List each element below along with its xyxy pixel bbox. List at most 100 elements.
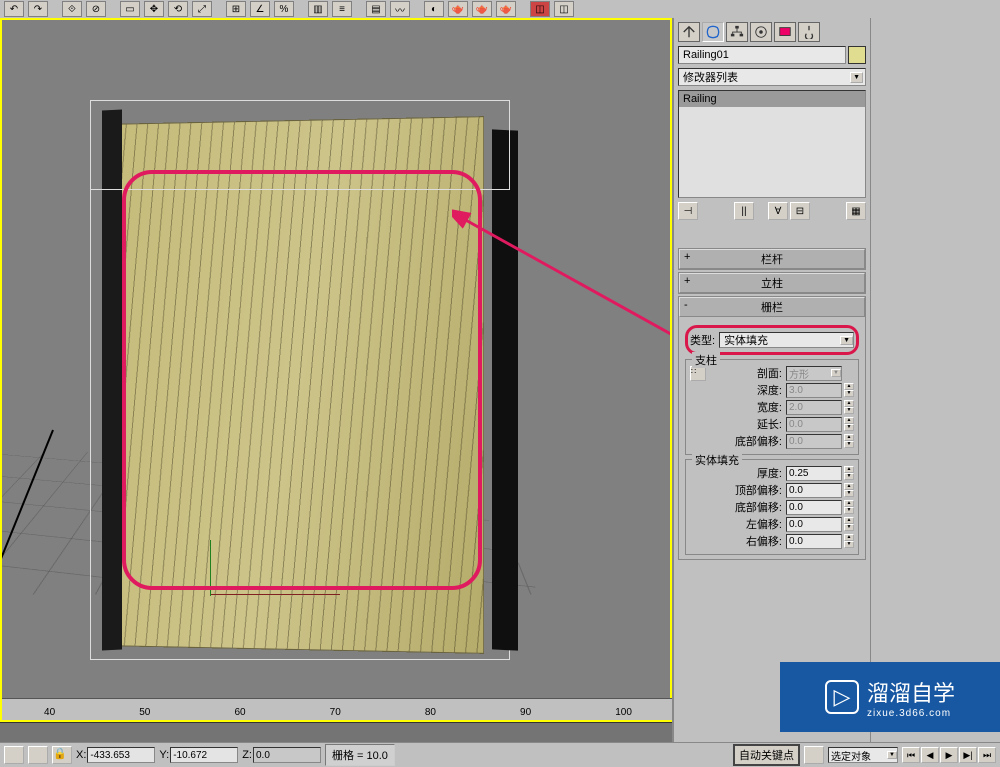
perspective-viewport[interactable]: 405060708090100 xyxy=(0,18,672,722)
object-name-field[interactable] xyxy=(678,46,846,64)
rollout-header-posts[interactable]: +立柱 xyxy=(679,273,865,293)
tab-display[interactable] xyxy=(774,22,796,42)
rollout-fence: -栅栏 类型: 实体填充 支柱 ∷ 剖面: 方形 深度: 3.0 ▲▼ xyxy=(678,296,866,560)
depth-label: 深度: xyxy=(757,382,782,398)
rollout-header-fence[interactable]: -栅栏 xyxy=(679,297,865,317)
status-bar: 🔒 X: Y: Z: 栅格 = 10.0 自动关键点 选定对象 ⏮ ◀ ▶ ▶|… xyxy=(0,742,1000,767)
tool-scale[interactable]: ⤢ xyxy=(192,1,212,17)
grid-readout: 栅格 = 10.0 xyxy=(325,744,395,766)
tool-percent[interactable]: % xyxy=(274,1,294,17)
tab-utilities[interactable] xyxy=(798,22,820,42)
tool-redo[interactable]: ↷ xyxy=(28,1,48,17)
watermark-banner: ▷ 溜溜自学 zixue.3d66.com xyxy=(780,662,1000,732)
key-filter-dropdown[interactable]: 选定对象 xyxy=(828,747,898,763)
thickness-label: 厚度: xyxy=(757,465,782,481)
playback-controls: ⏮ ◀ ▶ ▶| ⏭ xyxy=(902,747,996,763)
depth-spinner: 3.0 xyxy=(786,383,842,398)
top-offset-label: 顶部偏移: xyxy=(735,482,782,498)
next-frame-button[interactable]: ▶| xyxy=(959,747,977,763)
timeline-track[interactable] xyxy=(0,722,672,742)
tool-angle[interactable]: ∠ xyxy=(250,1,270,17)
pin-stack-button[interactable]: ⊣ xyxy=(678,202,698,220)
script-listener-button[interactable] xyxy=(4,746,24,764)
tool-material[interactable]: ◐ xyxy=(424,1,444,17)
extension-spinner: 0.0 xyxy=(786,417,842,432)
main-toolbar: ↶ ↷ ⟐ ⊘ ▭ ✥ ⟲ ⤢ ⊞ ∠ % ▥ ≡ ▤ 〰 ◐ 🫖 🫖 🫖 ◫ … xyxy=(0,0,1000,18)
z-coord-field[interactable] xyxy=(253,747,321,763)
tool-unlink[interactable]: ⊘ xyxy=(86,1,106,17)
tool-custom-1[interactable]: ◫ xyxy=(530,1,550,17)
x-coord-field[interactable] xyxy=(87,747,155,763)
extension-label: 延长: xyxy=(757,416,782,432)
fill-group-title: 实体填充 xyxy=(692,452,742,468)
pillar-group-title: 支柱 xyxy=(692,352,720,368)
set-key-button[interactable] xyxy=(804,746,824,764)
width-label: 宽度: xyxy=(757,399,782,415)
annotation-arrow xyxy=(452,208,670,388)
modifier-stack[interactable]: Railing xyxy=(678,90,866,198)
tool-select[interactable]: ▭ xyxy=(120,1,140,17)
stack-btn-3[interactable]: ⊟ xyxy=(790,202,810,220)
watermark-sub: zixue.3d66.com xyxy=(867,708,955,719)
pillar-bottom-label: 底部偏移: xyxy=(735,433,782,449)
rollout-header-railing[interactable]: +栏杆 xyxy=(679,249,865,269)
type-row-highlight: 类型: 实体填充 xyxy=(685,325,859,355)
tool-render[interactable]: 🫖 xyxy=(472,1,492,17)
left-spin-arrows[interactable]: ▲▼ xyxy=(844,517,854,531)
bottom-offset-label: 底部偏移: xyxy=(735,499,782,515)
modifier-list-dropdown[interactable]: 修改器列表 xyxy=(678,68,866,86)
tab-create[interactable] xyxy=(678,22,700,42)
tab-motion[interactable] xyxy=(750,22,772,42)
goto-start-button[interactable]: ⏮ xyxy=(902,747,920,763)
stack-item-railing[interactable]: Railing xyxy=(679,91,865,107)
y-coord-field[interactable] xyxy=(170,747,238,763)
auto-key-button[interactable]: 自动关键点 xyxy=(733,744,800,766)
tool-curve-editor[interactable]: 〰 xyxy=(390,1,410,17)
ext-spin-arrows: ▲▼ xyxy=(844,417,854,431)
tool-quick-render[interactable]: 🫖 xyxy=(496,1,516,17)
command-panel: 修改器列表 Railing ⊣ || ∀ ⊟ ▦ +栏杆 +立柱 -栅栏 类型:… xyxy=(672,18,870,742)
object-color-swatch[interactable] xyxy=(848,46,866,64)
tab-modify[interactable] xyxy=(702,22,724,42)
right-offset-label: 右偏移: xyxy=(746,533,782,549)
right-offset-spinner[interactable]: 0.0 xyxy=(786,534,842,549)
thickness-spinner[interactable]: 0.25 xyxy=(786,466,842,481)
tool-layer[interactable]: ▤ xyxy=(366,1,386,17)
rollout-railing: +栏杆 xyxy=(678,248,866,270)
tool-undo[interactable]: ↶ xyxy=(4,1,24,17)
tool-snap[interactable]: ⊞ xyxy=(226,1,246,17)
top-offset-spinner[interactable]: 0.0 xyxy=(786,483,842,498)
right-spin-arrows[interactable]: ▲▼ xyxy=(844,534,854,548)
stack-btn-1[interactable]: || xyxy=(734,202,754,220)
top-spin-arrows[interactable]: ▲▼ xyxy=(844,483,854,497)
play-button[interactable]: ▶ xyxy=(940,747,958,763)
tool-render-setup[interactable]: 🫖 xyxy=(448,1,468,17)
left-offset-spinner[interactable]: 0.0 xyxy=(786,517,842,532)
lock-icon[interactable]: 🔒 xyxy=(52,746,72,764)
stack-btn-2[interactable]: ∀ xyxy=(768,202,788,220)
prompt-button[interactable] xyxy=(28,746,48,764)
fill-group: 实体填充 厚度: 0.25 ▲▼ 顶部偏移: 0.0 ▲▼ 底部偏移: 0.0 … xyxy=(685,459,859,555)
tool-align[interactable]: ≡ xyxy=(332,1,352,17)
pillar-bottom-spin-arrows: ▲▼ xyxy=(844,434,854,448)
tab-hierarchy[interactable] xyxy=(726,22,748,42)
thick-spin-arrows[interactable]: ▲▼ xyxy=(844,466,854,480)
tool-rotate[interactable]: ⟲ xyxy=(168,1,188,17)
left-offset-label: 左偏移: xyxy=(746,516,782,532)
tool-custom-2[interactable]: ◫ xyxy=(554,1,574,17)
prev-frame-button[interactable]: ◀ xyxy=(921,747,939,763)
tool-move[interactable]: ✥ xyxy=(144,1,164,17)
configure-stack-button[interactable]: ▦ xyxy=(846,202,866,220)
z-label: Z: xyxy=(242,749,252,761)
tool-mirror[interactable]: ▥ xyxy=(308,1,328,17)
type-dropdown[interactable]: 实体填充 xyxy=(719,332,854,348)
profile-label: 剖面: xyxy=(757,365,782,381)
width-spinner: 2.0 xyxy=(786,400,842,415)
goto-end-button[interactable]: ⏭ xyxy=(978,747,996,763)
bottom-offset-spinner[interactable]: 0.0 xyxy=(786,500,842,515)
y-label: Y: xyxy=(159,749,169,761)
bot-spin-arrows[interactable]: ▲▼ xyxy=(844,500,854,514)
width-spin-arrows: ▲▼ xyxy=(844,400,854,414)
x-label: X: xyxy=(76,749,86,761)
tool-link[interactable]: ⟐ xyxy=(62,1,82,17)
